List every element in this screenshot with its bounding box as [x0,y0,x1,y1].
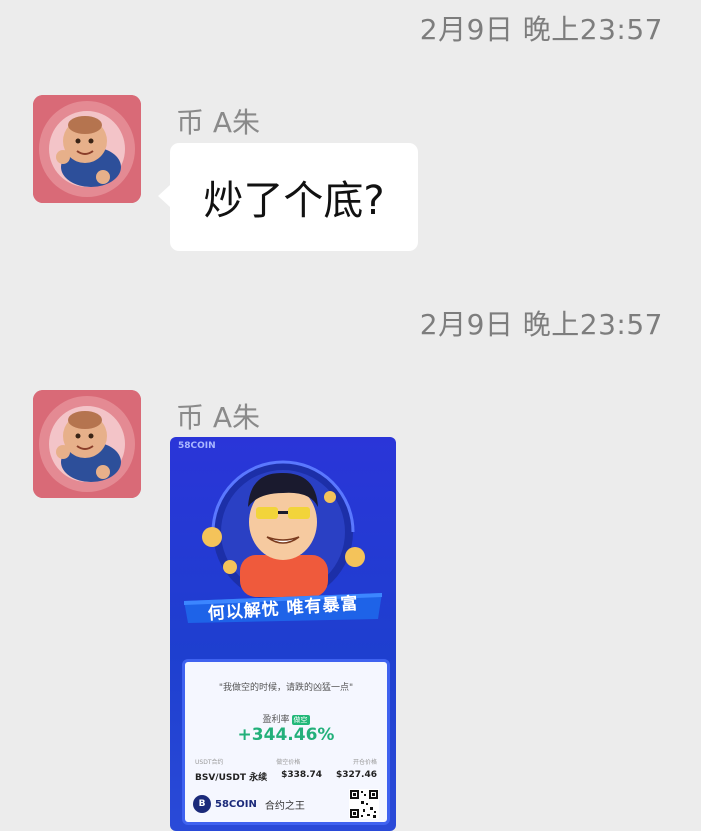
label-contract: USDT合约 [195,759,224,766]
panel-footer: B 58COIN 合约之王 [193,789,379,819]
avatar[interactable] [33,95,141,203]
image-message[interactable]: 58COIN 何以解忧 唯有暴富 "我做空的时候，请跌的凶猛一点" 盈利率 做空… [170,437,396,831]
brand-logo-icon: B [193,795,211,813]
avatar-photo-icon [33,95,141,203]
field-values: BSV/USDT 永续 $338.74 $327.46 [195,770,377,783]
profit-panel: "我做空的时候，请跌的凶猛一点" 盈利率 做空 +344.46% USDT合约 做… [182,659,390,825]
timestamp: 2月9日 晚上23:57 [419,13,663,46]
quote-text: "我做空的时候，请跌的凶猛一点" [218,683,354,693]
short-badge: 做空 [291,715,310,725]
avatar-photo-icon [33,390,141,498]
label-exit: 开仓价格 [352,759,377,766]
sender-name: 币 A朱 [176,106,261,139]
chat-screen: 2月9日 晚上23:57 币 A朱 炒了个底? 2月9日 晚上23:57 币 A… [0,0,701,831]
sender-name: 币 A朱 [176,401,261,434]
rate-label: 盈利率 做空 [262,715,310,725]
slogan-banner: 何以解忧 唯有暴富 [184,589,382,624]
brand-tagline: 合约之王 [264,800,305,812]
message-text: 炒了个底? [203,178,385,224]
timestamp: 2月9日 晚上23:57 [419,308,663,341]
qr-code-icon [349,789,379,819]
field-labels: USDT合约 做空价格 开仓价格 [195,757,377,766]
label-entry: 做空价格 [276,759,301,766]
message-bubble[interactable]: 炒了个底? [158,143,418,251]
contract-name: BSV/USDT 永续 [195,773,268,783]
brand-name: 58COIN [215,798,257,810]
profit-rate: +344.46% [237,725,335,745]
exit-price: $327.46 [335,770,377,780]
entry-price: $338.74 [281,770,323,780]
avatar[interactable] [33,390,141,498]
